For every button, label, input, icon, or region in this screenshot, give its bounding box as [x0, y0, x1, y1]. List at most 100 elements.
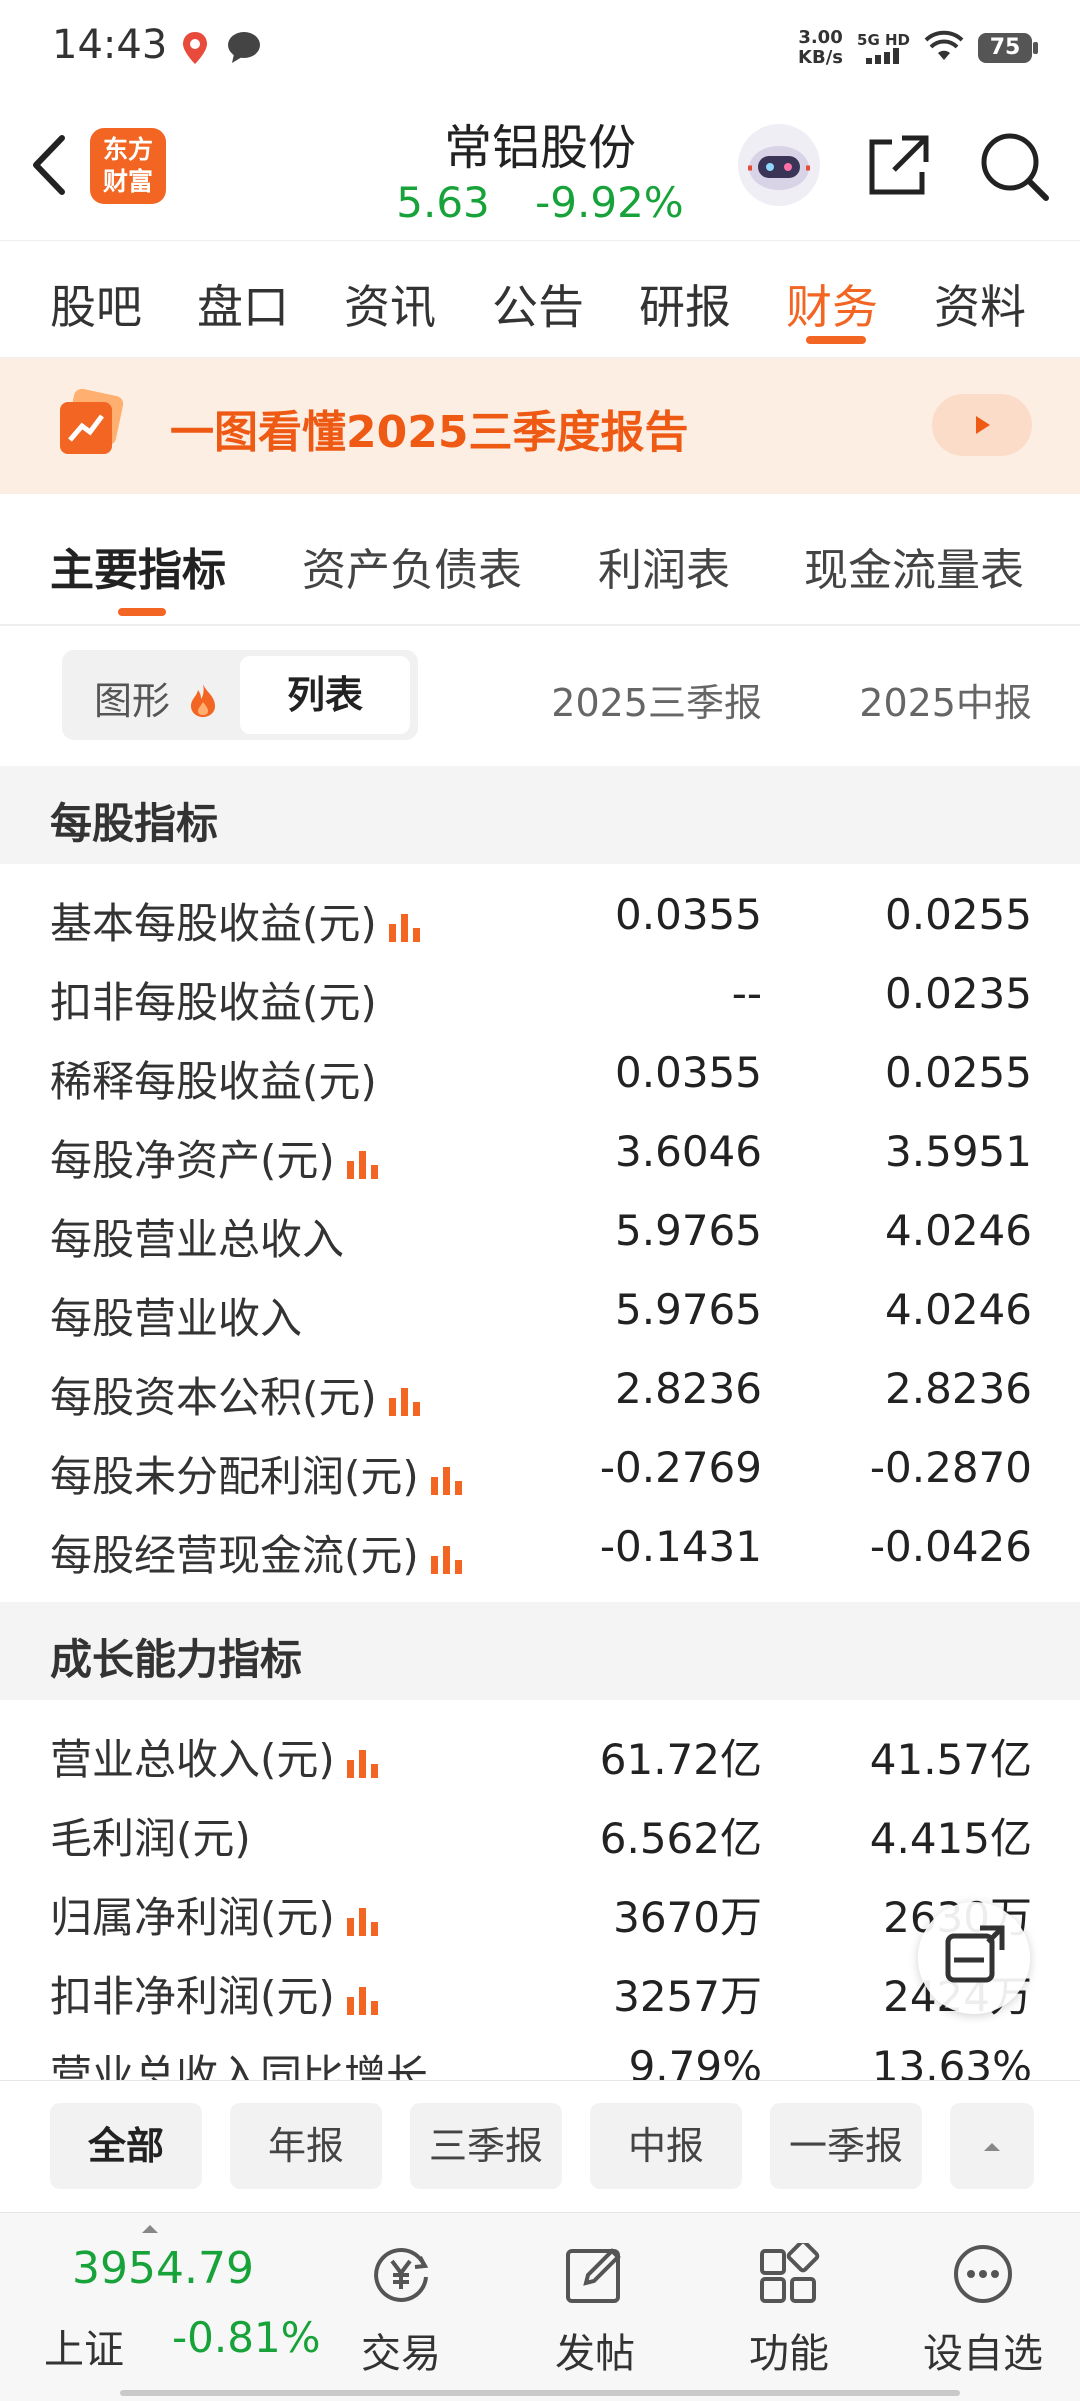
table-row[interactable]: 每股未分配利润(元) -0.2769 -0.2870: [0, 1431, 1080, 1510]
report-banner[interactable]: 一图看懂2025三季度报告: [0, 358, 1080, 494]
table-row[interactable]: 每股营业收入 5.9765 4.0246: [0, 1273, 1080, 1352]
view-graph-label: 图形: [94, 679, 171, 723]
banner-text: 一图看懂2025三季度报告: [170, 407, 689, 458]
row-label: 基本每股收益(元): [50, 890, 423, 951]
row-value-h1: 4.415亿: [869, 1814, 1032, 1863]
main-tab-bar: 股吧 盘口 资讯 公告 研报 财务 资料: [0, 240, 1080, 359]
subtab-key-metrics[interactable]: 主要指标: [50, 534, 226, 598]
assistant-robot-button[interactable]: [738, 124, 820, 206]
index-name: 上证: [44, 2327, 124, 2373]
row-value-h1: 3.5951: [885, 1127, 1032, 1176]
tab-pankou[interactable]: 盘口: [197, 271, 289, 337]
row-label-text: 基本每股收益(元): [50, 899, 377, 948]
bar-chart-icon[interactable]: [345, 1985, 381, 2015]
column-header-q3: 2025三季报: [551, 681, 762, 725]
row-value-q3: 6.562亿: [599, 1814, 762, 1863]
row-label-text: 每股资本公积(元): [50, 1373, 377, 1422]
row-value-h1: 0.0235: [885, 969, 1032, 1018]
row-label: 每股净资产(元): [50, 1127, 381, 1188]
row-value-q3: 5.9765: [615, 1285, 762, 1334]
bar-chart-icon[interactable]: [345, 1906, 381, 1936]
compare-float-button[interactable]: [918, 1902, 1030, 2014]
nav-trade[interactable]: 交易: [326, 2213, 476, 2401]
nav-watchlist-label: 设自选: [923, 2331, 1043, 2377]
row-label: 扣非每股收益(元): [50, 978, 377, 1027]
tab-research[interactable]: 研报: [639, 271, 731, 337]
subtab-income-statement[interactable]: 利润表: [598, 534, 730, 598]
share-button[interactable]: [862, 130, 934, 202]
banner-play-button[interactable]: [932, 394, 1032, 456]
row-label-text: 扣非净利润(元): [50, 1972, 335, 2021]
nav-post[interactable]: 发帖: [520, 2213, 670, 2401]
row-value-q3: 0.0355: [615, 890, 762, 939]
yen-trade-icon: [374, 2247, 429, 2302]
wifi-icon: [924, 30, 964, 66]
search-button[interactable]: [976, 128, 1052, 204]
filter-expand-button[interactable]: [950, 2103, 1034, 2189]
filter-q1[interactable]: 一季报: [770, 2103, 922, 2189]
index-ticker[interactable]: 3954.79 上证 -0.81%: [0, 2213, 321, 2401]
nav-functions-label: 功能: [749, 2331, 829, 2377]
nav-post-label: 发帖: [555, 2331, 635, 2377]
row-label: 营业总收入同比增长: [50, 2051, 429, 2080]
table-row[interactable]: 每股净资产(元) 3.6046 3.5951: [0, 1115, 1080, 1194]
table-row[interactable]: 扣非每股收益(元) -- 0.0235: [0, 957, 1080, 1036]
table-row[interactable]: 每股资本公积(元) 2.8236 2.8236: [0, 1352, 1080, 1431]
row-value-h1: 4.0246: [885, 1206, 1032, 1255]
fire-icon: [191, 684, 216, 717]
bar-chart-icon[interactable]: [387, 912, 423, 942]
bar-chart-icon[interactable]: [345, 1149, 381, 1179]
view-toggle: 图形 列表: [62, 650, 418, 740]
table-row[interactable]: 每股营业总收入 5.9765 4.0246: [0, 1194, 1080, 1273]
row-value-q3: --: [731, 969, 762, 1018]
table-row[interactable]: 基本每股收益(元) 0.0355 0.0255: [0, 878, 1080, 957]
tab-news[interactable]: 资讯: [344, 271, 436, 337]
row-label-text: 每股净资产(元): [50, 1136, 335, 1185]
row-value-q3: 61.72亿: [599, 1735, 762, 1784]
bar-chart-icon[interactable]: [345, 1748, 381, 1778]
row-value-h1: 41.57亿: [869, 1735, 1032, 1784]
filter-annual[interactable]: 年报: [230, 2103, 382, 2189]
bar-chart-icon[interactable]: [387, 1386, 423, 1416]
tab-finance[interactable]: 财务: [786, 271, 878, 337]
section-header: 每股指标: [0, 766, 1080, 864]
filter-q3[interactable]: 三季报: [410, 2103, 562, 2189]
home-indicator[interactable]: [120, 2390, 960, 2396]
table-row[interactable]: 每股经营现金流(元) -0.1431 -0.0426: [0, 1510, 1080, 1589]
subtab-cash-flow[interactable]: 现金流量表: [804, 534, 1024, 598]
status-time: 14:43: [52, 22, 168, 68]
bar-chart-icon[interactable]: [429, 1465, 465, 1495]
row-value-h1: 0.0255: [885, 890, 1032, 939]
battery-icon: 75: [978, 33, 1038, 63]
tab-profile[interactable]: 资料: [934, 271, 1026, 337]
row-value-h1: -0.0426: [869, 1522, 1032, 1571]
sub-tab-indicator: [118, 608, 166, 616]
row-label-text: 归属净利润(元): [50, 1893, 335, 1942]
view-list-button[interactable]: 列表: [240, 656, 410, 734]
table-row[interactable]: 稀释每股收益(元) 0.0355 0.0255: [0, 1036, 1080, 1115]
row-value-q3: 5.9765: [615, 1206, 762, 1255]
bottom-nav: 3954.79 上证 -0.81% 交易 发帖 功能 设自选: [0, 2212, 1080, 2401]
nav-watchlist[interactable]: 设自选: [908, 2213, 1058, 2401]
bar-chart-icon[interactable]: [429, 1544, 465, 1574]
filter-h1[interactable]: 中报: [590, 2103, 742, 2189]
row-label: 营业总收入(元): [50, 1726, 381, 1787]
stock-change-pct: -9.92%: [535, 178, 684, 227]
section-title: 每股指标: [50, 799, 219, 848]
play-icon: [976, 416, 990, 434]
row-value-q3: 2.8236: [615, 1364, 762, 1413]
view-graph-button[interactable]: 图形: [94, 670, 218, 725]
nav-functions[interactable]: 功能: [714, 2213, 864, 2401]
tab-announcements[interactable]: 公告: [492, 271, 584, 337]
row-value-h1: 4.0246: [885, 1285, 1032, 1334]
table-row[interactable]: 营业总收入同比增长 9.79% 13.63%: [0, 2030, 1080, 2080]
sub-tab-bar: 主要指标 资产负债表 利润表 现金流量表: [0, 494, 1080, 626]
triangle-up-icon: [984, 2143, 1000, 2151]
search-icon: [981, 133, 1049, 201]
filter-all[interactable]: 全部: [50, 2103, 202, 2189]
tab-guba[interactable]: 股吧: [50, 271, 142, 337]
table-row[interactable]: 毛利润(元) 6.562亿 4.415亿: [0, 1793, 1080, 1872]
subtab-balance-sheet[interactable]: 资产负债表: [302, 534, 522, 598]
row-value-h1: 0.0255: [885, 1048, 1032, 1097]
table-row[interactable]: 营业总收入(元) 61.72亿 41.57亿: [0, 1714, 1080, 1793]
